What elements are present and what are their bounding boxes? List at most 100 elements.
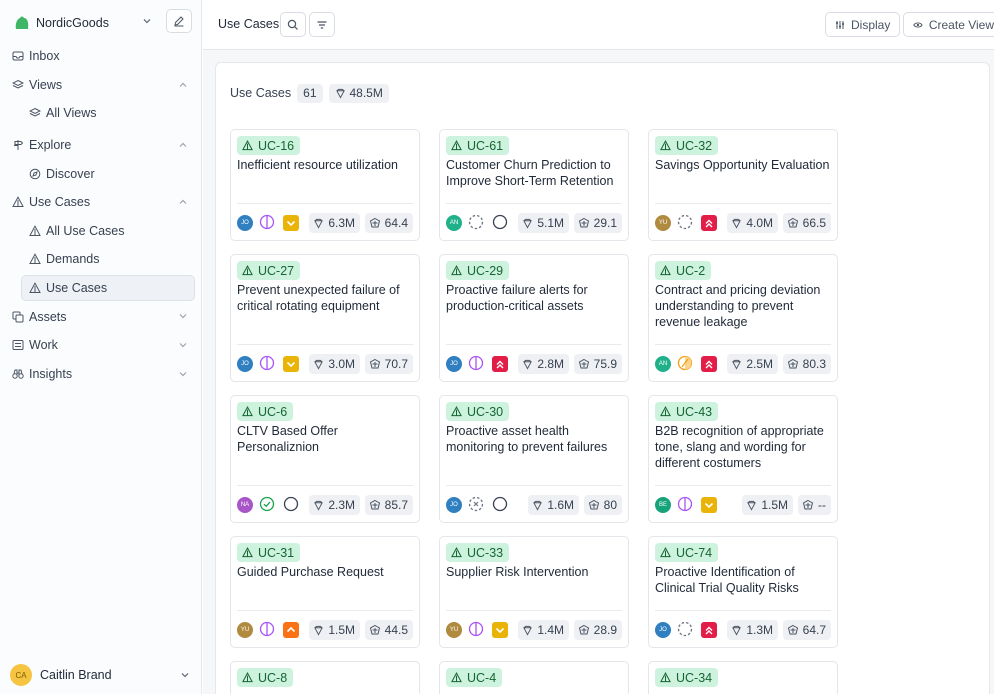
- priority-medium-icon: [495, 627, 505, 634]
- sidebar-item-work[interactable]: Work: [0, 331, 202, 360]
- status-todo-icon[interactable]: [492, 496, 508, 512]
- priority-badge[interactable]: [701, 356, 717, 372]
- use-case-card[interactable]: UC-8: [230, 661, 420, 694]
- sidebar-item-all-use-cases[interactable]: All Use Cases: [0, 217, 202, 246]
- use-case-card[interactable]: UC-2 Contract and pricing deviation under…: [648, 254, 838, 382]
- priority-badge[interactable]: [492, 622, 508, 638]
- sidebar-item-demands[interactable]: Demands: [0, 245, 202, 274]
- status-backlog-icon[interactable]: [677, 621, 693, 637]
- sidebar-item-inbox[interactable]: Inbox: [0, 42, 202, 71]
- use-case-card[interactable]: UC-4: [439, 661, 629, 694]
- priority-badge[interactable]: [701, 215, 717, 231]
- assignee-avatar[interactable]: JO: [655, 622, 671, 638]
- chevron-down-icon[interactable]: [178, 340, 188, 350]
- use-case-card[interactable]: UC-34: [648, 661, 838, 694]
- priority-badge[interactable]: [283, 622, 299, 638]
- status-todo-icon[interactable]: [283, 496, 299, 512]
- value-icon: [523, 359, 533, 370]
- workspace-switcher[interactable]: NordicGoods: [14, 9, 194, 34]
- value-chip: 4.0M: [727, 213, 778, 233]
- assignee-avatar[interactable]: JO: [446, 497, 462, 513]
- chevron-up-icon[interactable]: [178, 197, 188, 207]
- value-icon: [732, 359, 742, 370]
- value-icon: [314, 500, 324, 511]
- use-case-card[interactable]: UC-29 Proactive failure alerts for produc…: [439, 254, 629, 382]
- priority-badge[interactable]: [283, 215, 299, 231]
- chevron-down-icon[interactable]: [142, 16, 152, 26]
- chevron-up-icon[interactable]: [178, 80, 188, 90]
- status-todo-icon[interactable]: [492, 214, 508, 230]
- filter-button[interactable]: [309, 12, 335, 37]
- assignee-avatar[interactable]: JO: [237, 356, 253, 372]
- score-chip: 75.9: [573, 354, 622, 374]
- use-case-card[interactable]: UC-27 Prevent unexpected failure of criti…: [230, 254, 420, 382]
- search-button[interactable]: [280, 12, 306, 37]
- chevron-down-icon[interactable]: [178, 311, 188, 321]
- priority-badge[interactable]: [283, 356, 299, 372]
- status-canceled-icon[interactable]: [468, 496, 484, 512]
- use-case-id-badge: UC-29: [446, 261, 510, 280]
- chevron-up-icon[interactable]: [178, 140, 188, 150]
- assignee-avatar[interactable]: NA: [237, 497, 253, 513]
- score-icon: [369, 624, 380, 635]
- use-case-id: UC-34: [676, 670, 713, 685]
- user-menu[interactable]: CA Caitlin Brand: [10, 662, 194, 688]
- card-footer: AN 80.3 2.5M: [655, 354, 831, 374]
- use-case-card[interactable]: UC-33 Supplier Risk Intervention YU 28.9 1.4…: [439, 536, 629, 648]
- use-case-card[interactable]: UC-6 CLTV Based Offer Personaliznion NA 85.…: [230, 395, 420, 523]
- value-tag-icon: [335, 88, 345, 99]
- status-backlog-icon[interactable]: [677, 214, 693, 230]
- sidebar-item-assets[interactable]: Assets: [0, 302, 202, 331]
- chevron-down-icon[interactable]: [180, 670, 190, 680]
- use-case-icon: [660, 406, 671, 417]
- priority-badge[interactable]: [701, 497, 717, 513]
- use-case-id: UC-61: [467, 138, 504, 153]
- status-backlog-icon[interactable]: [468, 214, 484, 230]
- assignee-avatar[interactable]: JO: [237, 215, 253, 231]
- chevron-down-icon[interactable]: [178, 369, 188, 379]
- sidebar-item-discover[interactable]: Discover: [0, 159, 202, 188]
- priority-badge[interactable]: [701, 622, 717, 638]
- sidebar-item-explore[interactable]: Explore: [0, 131, 202, 160]
- assignee-avatar[interactable]: BE: [655, 497, 671, 513]
- status-in-review-icon[interactable]: [677, 496, 693, 512]
- summary-count: 61: [297, 83, 323, 103]
- use-case-id-badge: UC-34: [655, 668, 719, 687]
- use-case-card[interactable]: UC-30 Proactive asset health monitoring t…: [439, 395, 629, 523]
- use-case-card[interactable]: UC-61 Customer Churn Prediction to Improv…: [439, 129, 629, 241]
- use-case-card[interactable]: UC-32 Savings Opportunity Evaluation YU 66.…: [648, 129, 838, 241]
- new-item-button[interactable]: [166, 9, 192, 33]
- use-case-icon: [660, 265, 671, 276]
- status-in-review-icon[interactable]: [468, 355, 484, 371]
- status-in-review-icon[interactable]: [468, 621, 484, 637]
- score-text: 28.9: [593, 623, 617, 637]
- assignee-avatar[interactable]: YU: [237, 622, 253, 638]
- status-in-review-icon[interactable]: [259, 214, 275, 230]
- sidebar-item-views[interactable]: Views: [0, 71, 202, 100]
- priority-badge[interactable]: [492, 356, 508, 372]
- sidebar-item-insights[interactable]: Insights: [0, 360, 202, 389]
- use-case-card[interactable]: UC-31 Guided Purchase Request YU 44.5 1.5M: [230, 536, 420, 648]
- assignee-avatar[interactable]: YU: [655, 215, 671, 231]
- create-view-button[interactable]: Create View: [903, 12, 994, 37]
- status-in-review-icon[interactable]: [259, 355, 275, 371]
- sidebar-item-use-cases[interactable]: Use Cases: [0, 188, 202, 217]
- status-in-progress-icon[interactable]: [677, 355, 693, 371]
- sidebar-item-use-cases-view[interactable]: Use Cases: [0, 274, 202, 303]
- use-case-id-badge: UC-31: [237, 543, 301, 562]
- use-case-card[interactable]: UC-43 B2B recognition of appropriate tone…: [648, 395, 838, 523]
- use-case-card[interactable]: UC-74 Proactive Identification of Clinica…: [648, 536, 838, 648]
- assignee-avatar[interactable]: AN: [655, 356, 671, 372]
- display-button[interactable]: Display: [825, 12, 901, 37]
- sidebar-item-label: All Views: [46, 106, 97, 121]
- use-case-card[interactable]: UC-16 Inefficient resource utilization JO 6…: [230, 129, 420, 241]
- assignee-avatar[interactable]: AN: [446, 215, 462, 231]
- sidebar-item-all-views[interactable]: All Views: [0, 99, 202, 128]
- assignee-avatar[interactable]: YU: [446, 622, 462, 638]
- score-icon: [369, 358, 380, 369]
- display-label: Display: [851, 17, 891, 32]
- assignee-avatar[interactable]: JO: [446, 356, 462, 372]
- status-in-review-icon[interactable]: [259, 621, 275, 637]
- score-icon: [588, 499, 599, 510]
- status-done-icon[interactable]: [259, 496, 275, 512]
